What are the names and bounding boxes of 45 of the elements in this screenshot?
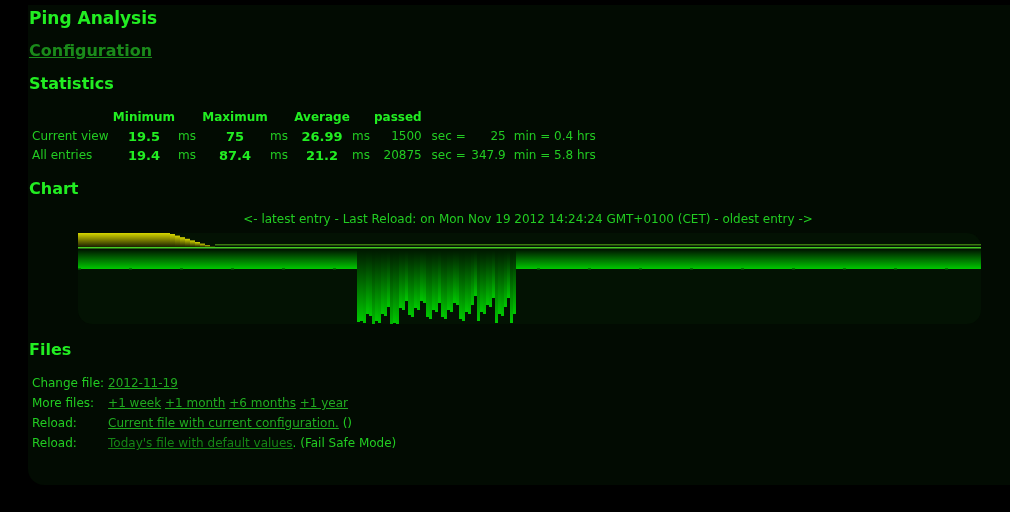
configuration-link[interactable]: Configuration: [28, 41, 153, 60]
section-heading: Files: [28, 340, 72, 360]
file-link[interactable]: +1 month: [164, 396, 226, 410]
unit-label: ms: [352, 148, 370, 162]
section-heading: Statistics: [28, 74, 114, 94]
duration-text: sec =: [431, 129, 466, 143]
stat-value: 19.4: [127, 148, 161, 163]
row-label: All entries: [32, 148, 93, 162]
stat-value: 87.4: [218, 148, 252, 163]
file-link[interactable]: Today's file with default values: [108, 436, 293, 450]
stat-value: 21.2: [305, 148, 339, 163]
stat-value: 19.5: [127, 129, 161, 144]
duration-text: 25: [490, 129, 506, 143]
file-link[interactable]: +6 months: [229, 396, 296, 410]
column-header: Minimum: [112, 110, 176, 124]
column-header: Maximum: [202, 110, 268, 124]
note-text: . (Fail Safe Mode): [292, 436, 397, 450]
row-label: Reload:: [32, 436, 77, 450]
unit-label: ms: [178, 148, 196, 162]
unit-label: ms: [270, 129, 288, 143]
note-text: (): [342, 416, 353, 430]
duration-text: min = 5.8 hrs: [513, 148, 596, 162]
file-link[interactable]: +1 year: [299, 396, 349, 410]
duration-text: 347.9: [471, 148, 506, 162]
duration-text: 20875: [383, 148, 422, 162]
row-label: Current view: [32, 129, 109, 143]
unit-label: ms: [352, 129, 370, 143]
file-link[interactable]: 2012-11-19: [108, 376, 178, 390]
page-title: Ping Analysis: [28, 7, 158, 29]
unit-label: ms: [270, 148, 288, 162]
chart-caption: <- latest entry - Last Reload: on Mon Nov 19 2012 14:24:24 GMT+0100 (CET) - oldest entry ->: [243, 212, 813, 226]
duration-text: 1500: [391, 129, 422, 143]
stat-value: 26.99: [301, 129, 343, 144]
row-label: Reload:: [32, 416, 77, 430]
file-link[interactable]: Current file with current configuration.: [108, 416, 339, 430]
column-header: Average: [294, 110, 350, 124]
row-label: Change file:: [32, 376, 105, 390]
section-heading: Chart: [28, 179, 79, 199]
stat-value: 75: [225, 129, 245, 144]
column-header: passed: [374, 110, 422, 124]
duration-text: sec =: [431, 148, 466, 162]
file-link[interactable]: +1 week: [108, 396, 162, 410]
unit-label: ms: [178, 129, 196, 143]
duration-text: min = 0.4 hrs: [513, 129, 596, 143]
row-label: More files:: [32, 396, 95, 410]
